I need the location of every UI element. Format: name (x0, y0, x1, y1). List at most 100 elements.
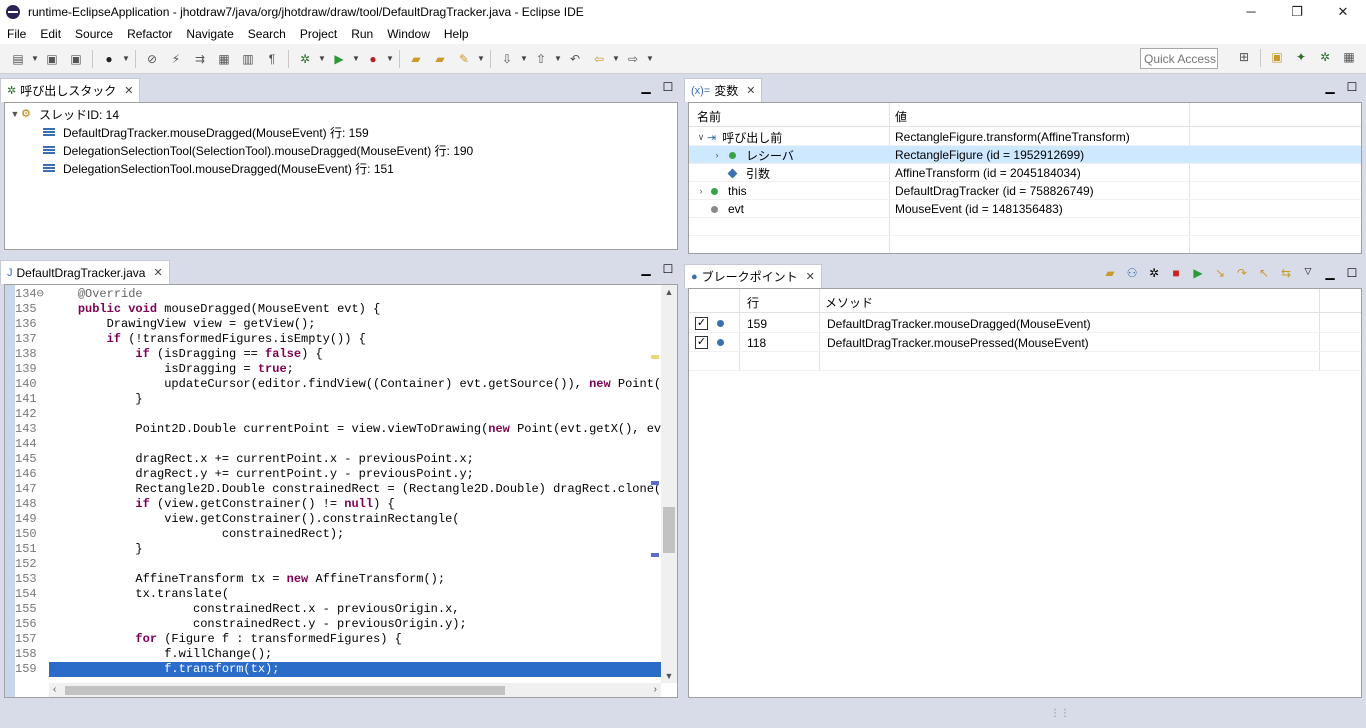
minimize-icon[interactable]: ▁ (1322, 266, 1338, 280)
debug-perspective-icon[interactable]: ✲ (1316, 49, 1334, 65)
close-icon[interactable]: ✕ (806, 270, 815, 283)
drop-to-frame-icon[interactable]: ⇆ (1278, 266, 1294, 280)
close-icon[interactable]: ✕ (746, 84, 755, 97)
code-line[interactable]: dragRect.y += currentPoint.y - previousP… (49, 467, 661, 482)
minimize-button[interactable]: ─ (1228, 0, 1274, 24)
chevron-down-icon[interactable]: ▼ (477, 51, 485, 67)
chevron-left-icon[interactable]: ‹ (53, 683, 56, 697)
menu-search[interactable]: Search (241, 24, 293, 44)
step-over-icon[interactable]: ↷ (1234, 266, 1250, 280)
stack-frame[interactable]: DelegationSelectionTool.mouseDragged(Mou… (43, 159, 394, 177)
close-icon[interactable]: ✕ (153, 266, 162, 279)
breakpoint-enabled-checkbox[interactable]: ✓ (695, 317, 708, 330)
terminate-icon[interactable]: ■ (1168, 266, 1184, 280)
chevron-right-icon[interactable]: › (654, 683, 657, 697)
variable-row[interactable]: evt MouseEvent (id = 1481356483) (689, 200, 1361, 218)
code-line[interactable]: dragRect.x += currentPoint.x - previousP… (49, 452, 661, 467)
disconnect-icon[interactable]: ▥ (239, 51, 257, 67)
close-icon[interactable]: ✕ (124, 84, 133, 97)
breakpoint-enabled-checkbox[interactable]: ✓ (695, 336, 708, 349)
column-header-line[interactable]: 行 (747, 294, 759, 311)
code-line[interactable] (49, 557, 661, 572)
open-task-icon[interactable]: ▰ (431, 51, 449, 67)
code-line[interactable]: tx.translate( (49, 587, 661, 602)
back-icon[interactable]: ⇦ (590, 51, 608, 67)
new-icon[interactable]: ▤ (9, 51, 27, 67)
code-line[interactable]: constrainedRect.x - previousOrigin.x, (49, 602, 661, 617)
chevron-down-icon[interactable]: ▼ (31, 51, 39, 67)
code-line[interactable]: constrainedRect.y - previousOrigin.y); (49, 617, 661, 632)
menu-refactor[interactable]: Refactor (120, 24, 179, 44)
variable-row[interactable]: ∨ ⇥ 呼び出し前 RectangleFigure.transform(Affi… (689, 128, 1361, 146)
code-line[interactable]: public void mouseDragged(MouseEvent evt)… (49, 302, 661, 317)
horizontal-scrollbar[interactable]: ‹ › (49, 683, 661, 697)
profile-icon[interactable]: ● (100, 51, 118, 67)
code-line[interactable]: f.willChange(); (49, 647, 661, 662)
step-return-icon[interactable]: ↖ (1256, 266, 1272, 280)
code-line[interactable] (49, 407, 661, 422)
breakpoint-row[interactable]: ✓ 159 DefaultDragTracker.mouseDragged(Mo… (689, 314, 1361, 333)
code-line[interactable]: isDragging = true; (49, 362, 661, 377)
code-line[interactable]: Rectangle2D.Double constrainedRect = (Re… (49, 482, 661, 497)
java-perspective-icon[interactable]: ✦ (1292, 49, 1310, 65)
code-line[interactable]: } (49, 542, 661, 557)
run-icon[interactable]: ▶ (330, 51, 348, 67)
maximize-button[interactable]: ❐ (1274, 0, 1320, 24)
open-perspective-icon[interactable]: ⊞ (1235, 49, 1253, 65)
java-ee-perspective-icon[interactable]: ▣ (1268, 49, 1286, 65)
last-edit-icon[interactable]: ↶ (566, 51, 584, 67)
minimize-icon[interactable]: ▁ (638, 262, 654, 276)
show-whitespace-icon[interactable]: ¶ (263, 51, 281, 67)
prev-annotation-icon[interactable]: ⇧ (532, 51, 550, 67)
code-line[interactable]: updateCursor(editor.findView((Container)… (49, 377, 661, 392)
next-annotation-icon[interactable]: ⇩ (498, 51, 516, 67)
code-line[interactable]: if (!transformedFigures.isEmpty()) { (49, 332, 661, 347)
chevron-down-icon[interactable]: ∨ (695, 132, 707, 143)
chevron-down-icon[interactable]: ▼ (661, 671, 677, 681)
code-line[interactable]: if (view.getConstrainer() != null) { (49, 497, 661, 512)
minimize-icon[interactable]: ▁ (638, 80, 654, 94)
maximize-icon[interactable]: ☐ (1344, 80, 1360, 94)
chevron-down-icon[interactable]: ▼ (520, 51, 528, 67)
code-line[interactable]: Point2D.Double currentPoint = view.viewT… (49, 422, 661, 437)
overview-marker[interactable] (651, 355, 659, 359)
menu-file[interactable]: File (0, 24, 33, 44)
annotation-ruler[interactable] (5, 285, 15, 697)
maximize-icon[interactable]: ☐ (1344, 266, 1360, 280)
resume-icon[interactable]: ▶ (1190, 266, 1206, 280)
code-line[interactable]: if (isDragging == false) { (49, 347, 661, 362)
code-line[interactable]: DrawingView view = getView(); (49, 317, 661, 332)
link-icon[interactable]: ⚇ (1124, 266, 1140, 280)
menu-window[interactable]: Window (380, 24, 437, 44)
chevron-down-icon[interactable]: ▼ (612, 51, 620, 67)
close-button[interactable]: ✕ (1320, 0, 1366, 24)
maximize-icon[interactable]: ☐ (660, 80, 676, 94)
quick-access-input[interactable] (1140, 48, 1218, 69)
code-line[interactable]: } (49, 392, 661, 407)
code-line[interactable]: f.transform(tx); (49, 662, 661, 677)
column-header-method[interactable]: メソッド (825, 294, 873, 311)
menu-source[interactable]: Source (68, 24, 120, 44)
code-editor[interactable]: 134⊖ 135 136 137 138 139 140 141 142 143 144 145 146… (4, 284, 678, 698)
code-line[interactable] (49, 437, 661, 452)
skip-breakpoints-icon[interactable]: ✲ (1146, 266, 1162, 280)
variable-row[interactable]: › レシーバ RectangleFigure (id = 1952912699) (689, 146, 1361, 164)
forward-icon[interactable]: ⇨ (624, 51, 642, 67)
suspend-icon[interactable]: ⇉ (191, 51, 209, 67)
drag-handle-icon[interactable]: ⋮⋮ (1050, 708, 1070, 719)
chevron-down-icon[interactable]: ▼ (386, 51, 394, 67)
step-into-icon[interactable]: ↘ (1212, 266, 1228, 280)
tab-editor-file[interactable]: J DefaultDragTracker.java ✕ (0, 260, 170, 284)
terminate-icon[interactable]: ▦ (215, 51, 233, 67)
minimize-icon[interactable]: ▁ (1322, 80, 1338, 94)
scrollbar-thumb[interactable] (65, 686, 505, 695)
save-icon[interactable]: ▣ (43, 51, 61, 67)
external-tools-icon[interactable]: ● (364, 51, 382, 67)
code-line[interactable]: AffineTransform tx = new AffineTransform… (49, 572, 661, 587)
view-menu-icon[interactable]: ▽ (1300, 266, 1316, 280)
maximize-icon[interactable]: ☐ (660, 262, 676, 276)
stack-frame[interactable]: DelegationSelectionTool(SelectionTool).m… (43, 141, 473, 159)
save-all-icon[interactable]: ▣ (67, 51, 85, 67)
code-line[interactable]: constrainedRect); (49, 527, 661, 542)
folder-icon[interactable]: ▰ (1102, 266, 1118, 280)
